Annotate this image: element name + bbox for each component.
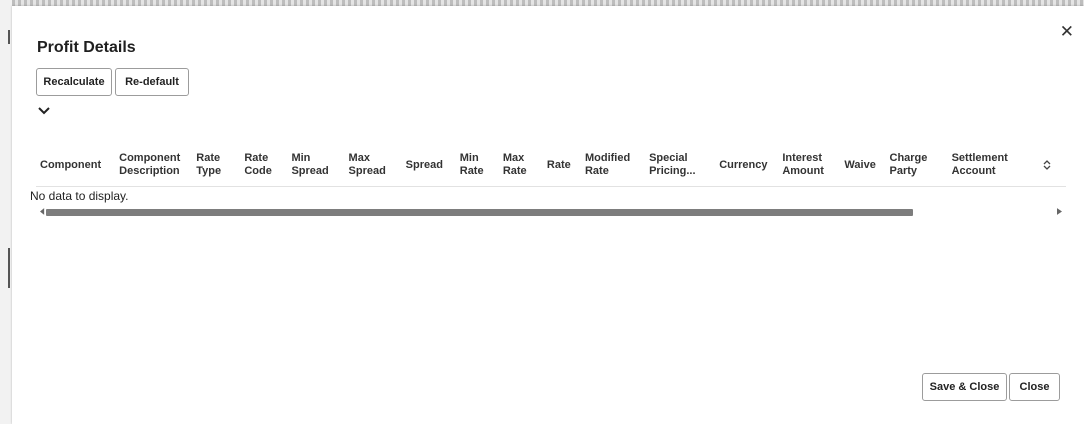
- column-header[interactable]: Max Spread: [344, 144, 402, 187]
- column-header[interactable]: Component Description: [115, 144, 193, 187]
- redefault-button[interactable]: Re-default: [115, 68, 189, 96]
- sort-icon[interactable]: [1042, 159, 1052, 171]
- column-header[interactable]: Modified Rate: [580, 144, 646, 187]
- column-header[interactable]: Settlement Account: [939, 144, 1066, 187]
- profit-details-dialog: ✕ Profit Details Recalculate Re-default …: [12, 6, 1084, 424]
- column-header[interactable]: Rate: [542, 144, 581, 187]
- background-page-edge: [0, 0, 12, 424]
- profit-table: Component Component Description Rate Typ…: [36, 144, 1066, 187]
- column-header[interactable]: Component: [36, 144, 116, 187]
- empty-table-message: No data to display.: [30, 189, 129, 203]
- column-header[interactable]: Max Rate: [498, 144, 543, 187]
- recalculate-button[interactable]: Recalculate: [36, 68, 112, 96]
- profit-table-grid: Component Component Description Rate Typ…: [36, 144, 1066, 187]
- save-and-close-button[interactable]: Save & Close: [922, 373, 1007, 401]
- column-header[interactable]: Interest Amount: [778, 144, 841, 187]
- scroll-left-icon[interactable]: [40, 208, 45, 215]
- column-header[interactable]: Spread: [401, 144, 456, 187]
- column-header[interactable]: Min Spread: [287, 144, 345, 187]
- close-button[interactable]: Close: [1009, 373, 1060, 401]
- column-header[interactable]: Rate Code: [240, 144, 288, 187]
- column-header[interactable]: Waive: [840, 144, 886, 187]
- column-header[interactable]: Rate Type: [192, 144, 241, 187]
- column-header[interactable]: Charge Party: [885, 144, 940, 187]
- scrollbar-thumb[interactable]: [46, 209, 913, 216]
- column-header[interactable]: Currency: [715, 144, 779, 187]
- table-header-row: Component Component Description Rate Typ…: [36, 144, 1066, 187]
- scroll-right-icon[interactable]: [1057, 208, 1062, 215]
- horizontal-scrollbar[interactable]: [36, 206, 1066, 218]
- chevron-down-icon[interactable]: [37, 104, 51, 118]
- close-icon[interactable]: ✕: [1060, 24, 1074, 41]
- dialog-title: Profit Details: [37, 39, 136, 56]
- column-header[interactable]: Min Rate: [455, 144, 499, 187]
- column-header[interactable]: Special Pricing...: [645, 144, 716, 187]
